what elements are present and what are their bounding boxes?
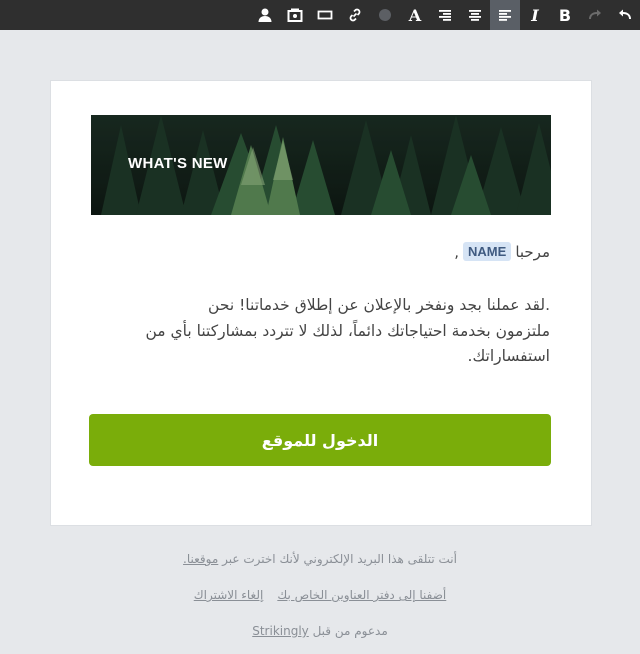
color-picker-icon[interactable] bbox=[370, 0, 400, 30]
user-icon[interactable] bbox=[250, 0, 280, 30]
strikingly-link[interactable]: Strikingly bbox=[252, 624, 309, 638]
image-icon[interactable] bbox=[280, 0, 310, 30]
button-icon[interactable] bbox=[310, 0, 340, 30]
banner-title: WHAT'S NEW bbox=[128, 155, 228, 172]
email-card: WHAT'S NEW مرحبا NAME , .لقد عملنا بجد و… bbox=[50, 80, 592, 526]
add-to-address-book-link[interactable]: أضفنا إلى دفتر العناوين الخاص بك bbox=[277, 588, 446, 602]
visit-site-button[interactable]: الدخول للموقع bbox=[89, 414, 551, 466]
name-merge-tag[interactable]: NAME bbox=[463, 242, 512, 261]
footer-reason: أنت تتلقى هذا البريد الإلكتروني لأنك اخت… bbox=[0, 552, 640, 566]
link-icon[interactable] bbox=[340, 0, 370, 30]
body-line: .لقد عملنا بجد ونفخر بالإعلان عن إطلاق خ… bbox=[208, 296, 550, 314]
unsubscribe-link[interactable]: إلغاء الاشتراك bbox=[194, 588, 264, 602]
redo-icon[interactable] bbox=[580, 0, 610, 30]
powered-by-text: مدعوم من قبل bbox=[312, 624, 388, 638]
header-banner-image[interactable]: WHAT'S NEW bbox=[91, 115, 551, 215]
body-line: ملتزمون بخدمة احتياجاتك دائماً، لذلك لا … bbox=[145, 321, 551, 340]
bold-icon[interactable]: B bbox=[550, 0, 580, 30]
greeting-word: مرحبا bbox=[515, 242, 550, 261]
editor-toolbar: A I B bbox=[0, 0, 640, 30]
align-center-icon[interactable] bbox=[460, 0, 490, 30]
font-color-icon[interactable]: A bbox=[400, 0, 430, 30]
greeting-line[interactable]: مرحبا NAME , bbox=[454, 242, 550, 261]
footer-powered-by: مدعوم من قبل Strikingly bbox=[0, 624, 640, 638]
italic-icon[interactable]: I bbox=[520, 0, 550, 30]
body-line: استفساراتك. bbox=[467, 347, 550, 365]
align-left-icon[interactable] bbox=[490, 0, 520, 30]
undo-icon[interactable] bbox=[610, 0, 640, 30]
align-right-icon[interactable] bbox=[430, 0, 460, 30]
footer-links: أضفنا إلى دفتر العناوين الخاص بك إلغاء ال… bbox=[0, 588, 640, 602]
footer-site-link[interactable]: موقعنا. bbox=[183, 552, 218, 566]
body-paragraph[interactable]: .لقد عملنا بجد ونفخر بالإعلان عن إطلاق خ… bbox=[110, 293, 551, 370]
greeting-comma: , bbox=[454, 242, 460, 261]
footer-reason-text: أنت تتلقى هذا البريد الإلكتروني لأنك اخت… bbox=[222, 552, 457, 566]
